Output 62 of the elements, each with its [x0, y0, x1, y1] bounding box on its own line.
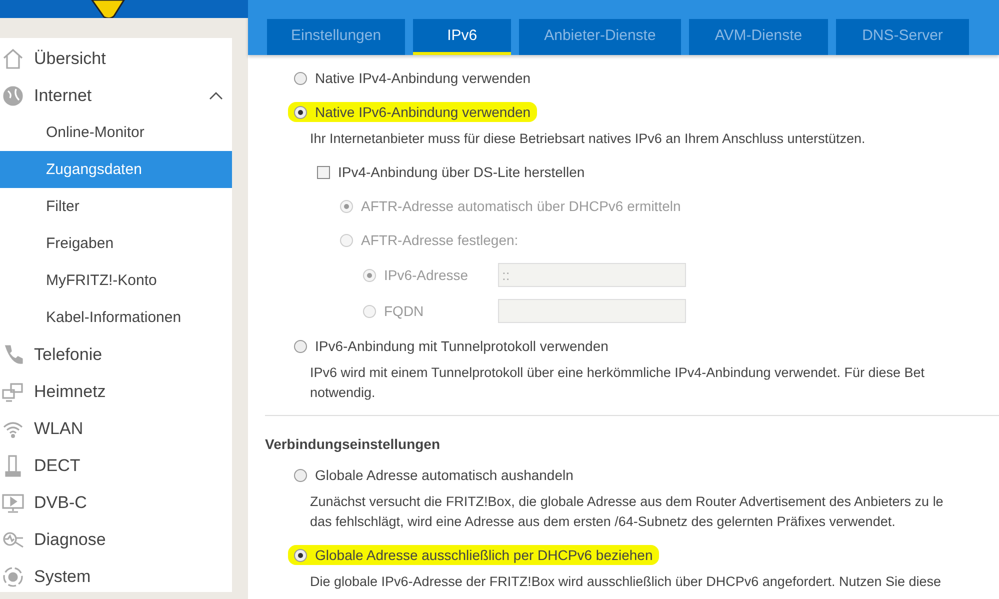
description-text: IPv6 wird mit einem Tunnelprotokoll über eine herkömmliche IPv4-Anbindung verwendet. Für diese Bet	[310, 364, 926, 382]
radio-button[interactable]	[294, 340, 307, 352]
option-label: Globale Adresse automatisch aushandeln	[315, 467, 574, 483]
input-field[interactable]	[498, 299, 686, 323]
tab[interactable]: IPv6	[413, 19, 512, 55]
option-label: Native IPv6-Anbindung verwenden	[315, 104, 531, 120]
menu-label: Internet	[34, 86, 92, 106]
option-label: IPv4-Anbindung über DS-Lite herstellen	[338, 164, 585, 180]
description-text: Die globale IPv6-Adresse der FRITZ!Box wird ausschließlich über DHCPv6 angefordert. Nutzen Sie diese	[310, 573, 942, 591]
description-text: das fehlschlägt, wird eine Adresse aus dem ersten /64-Subnetz des gelernten Präfixes verwendet.	[310, 513, 896, 531]
menu-label: Zugangsdaten	[46, 161, 142, 178]
target-icon	[2, 566, 24, 588]
submenu-item[interactable]: Freigaben	[0, 225, 232, 262]
menu-label: DVB-C	[34, 492, 87, 512]
option-label: Globale Adresse ausschließlich per DHCPv6 beziehen	[315, 547, 653, 563]
menu-label: System	[34, 566, 91, 586]
menu-label: Telefonie	[34, 344, 102, 364]
option-label: IPv6-Anbindung mit Tunnelprotokoll verwenden	[315, 338, 608, 354]
submenu-item[interactable]: Filter	[0, 188, 232, 225]
submenu-item[interactable]: Kabel-Informationen	[0, 299, 232, 336]
menu-item[interactable]: Diagnose	[0, 521, 232, 558]
menu-item[interactable]: Internet	[0, 77, 232, 114]
option-label: IPv6-Adresse	[384, 267, 470, 283]
submenu-item[interactable]: MyFRITZ!-Konto	[0, 262, 232, 299]
menu-label: Diagnose	[34, 530, 106, 550]
radio-button[interactable]	[294, 548, 307, 562]
menu-label: WLAN	[34, 418, 84, 438]
submenu-item[interactable]: Online-Monitor	[0, 114, 232, 151]
option-label: Native IPv4-Anbindung verwenden	[315, 70, 531, 86]
menu-label: Freigaben	[46, 235, 114, 252]
radio-button[interactable]	[294, 72, 307, 84]
checkbox[interactable]	[317, 166, 330, 178]
menu-label: Filter	[46, 198, 80, 215]
monitors-icon	[2, 380, 24, 402]
house-icon	[2, 48, 24, 70]
option-label: AFTR-Adresse festlegen:	[361, 232, 518, 248]
option-label: FQDN	[384, 303, 425, 319]
menu-label: Online-Monitor	[46, 124, 144, 141]
menu-label: MyFRITZ!-Konto	[46, 272, 157, 289]
menu-label: DECT	[34, 456, 80, 476]
description-text: Zunächst versucht die FRITZ!Box, die globale Adresse aus dem Router Advertisement des Anbieters zu le	[310, 493, 944, 511]
menu-item[interactable]: WLAN	[0, 410, 232, 447]
menu-item[interactable]: DECT	[0, 447, 232, 484]
option-label: AFTR-Adresse automatisch über DHCPv6 ermitteln	[361, 198, 681, 214]
menu-item[interactable]: System	[0, 558, 232, 595]
radio-button[interactable]	[294, 106, 307, 118]
description-text: Ihr Internetanbieter muss für diese Betriebsart natives IPv6 an Ihrem Anschluss unterstützen.	[310, 130, 866, 148]
menu-label: Heimnetz	[34, 382, 106, 402]
input-value: ::	[502, 267, 510, 283]
menu-item[interactable]: Übersicht	[0, 40, 232, 77]
tv-icon	[2, 492, 24, 514]
menu-item[interactable]: Telefonie	[0, 336, 232, 373]
menu-item[interactable]: Heimnetz	[0, 373, 232, 410]
description-text: notwendig.	[310, 384, 376, 402]
menu-label: Kabel-Informationen	[46, 309, 182, 326]
menu-label: Übersicht	[34, 48, 106, 68]
caret-icon[interactable]	[209, 92, 223, 100]
radio-button[interactable]	[294, 468, 307, 482]
phone-icon	[2, 344, 24, 366]
section-heading: Verbindungseinstellungen	[265, 436, 442, 452]
handset-icon	[2, 454, 24, 476]
menu-item[interactable]: DVB-C	[0, 484, 232, 521]
